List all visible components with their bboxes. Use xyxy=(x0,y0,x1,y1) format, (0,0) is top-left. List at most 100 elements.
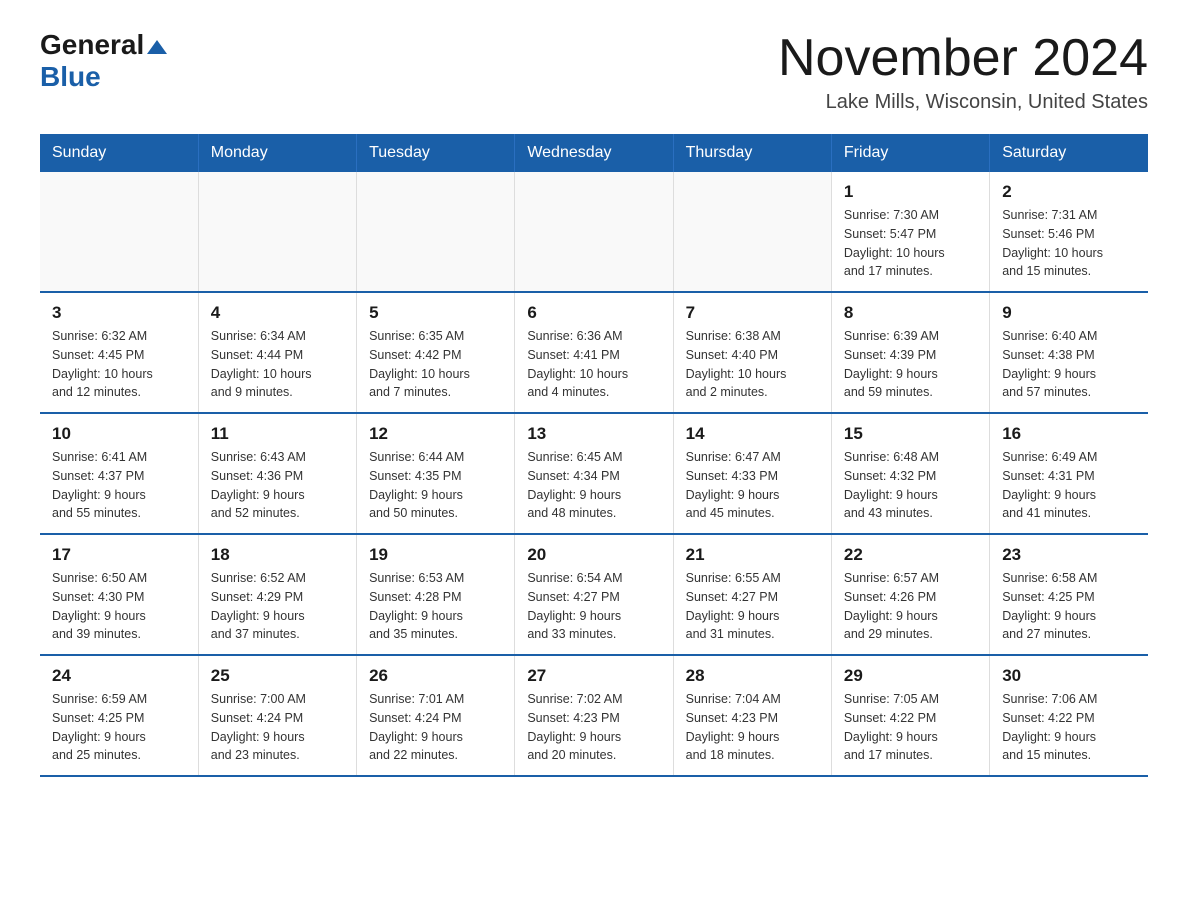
day-info: Sunrise: 6:58 AM Sunset: 4:25 PM Dayligh… xyxy=(1002,569,1136,644)
calendar-cell: 19 Sunrise: 6:53 AM Sunset: 4:28 PM Dayli… xyxy=(357,534,515,655)
weekday-header-monday: Monday xyxy=(198,134,356,172)
calendar-week-3: 10 Sunrise: 6:41 AM Sunset: 4:37 PM Dayli… xyxy=(40,413,1148,534)
calendar-cell: 17 Sunrise: 6:50 AM Sunset: 4:30 PM Dayli… xyxy=(40,534,198,655)
calendar-week-1: 1 Sunrise: 7:30 AM Sunset: 5:47 PM Daylig… xyxy=(40,172,1148,292)
day-number: 1 xyxy=(844,182,977,202)
calendar-cell: 13Sunrise: 6:45 AM Sunset: 4:34 PM Dayli… xyxy=(515,413,673,534)
day-info: Sunrise: 6:41 AM Sunset: 4:37 PM Dayligh… xyxy=(52,448,186,523)
day-info: Sunrise: 6:50 AM Sunset: 4:30 PM Dayligh… xyxy=(52,569,186,644)
day-number: 10 xyxy=(52,424,186,444)
day-number: 14 xyxy=(686,424,819,444)
calendar-cell: 22 Sunrise: 6:57 AM Sunset: 4:26 PM Dayli… xyxy=(831,534,989,655)
day-number: 20 xyxy=(527,545,660,565)
day-info: Sunrise: 6:32 AM Sunset: 4:45 PM Dayligh… xyxy=(52,327,186,402)
calendar-cell: 3 Sunrise: 6:32 AM Sunset: 4:45 PM Daylig… xyxy=(40,292,198,413)
title-area: November 2024 Lake Mills, Wisconsin, Uni… xyxy=(778,30,1148,114)
day-info: Sunrise: 6:35 AM Sunset: 4:42 PM Dayligh… xyxy=(369,327,502,402)
calendar-cell: 25 Sunrise: 7:00 AM Sunset: 4:24 PM Dayli… xyxy=(198,655,356,776)
day-info: Sunrise: 6:39 AM Sunset: 4:39 PM Dayligh… xyxy=(844,327,977,402)
day-info: Sunrise: 7:31 AM Sunset: 5:46 PM Dayligh… xyxy=(1002,206,1136,281)
calendar-cell: 8 Sunrise: 6:39 AM Sunset: 4:39 PM Daylig… xyxy=(831,292,989,413)
day-number: 7 xyxy=(686,303,819,323)
day-number: 9 xyxy=(1002,303,1136,323)
day-info: Sunrise: 7:00 AM Sunset: 4:24 PM Dayligh… xyxy=(211,690,344,765)
weekday-header-friday: Friday xyxy=(831,134,989,172)
day-number: 21 xyxy=(686,545,819,565)
calendar-cell: 7 Sunrise: 6:38 AM Sunset: 4:40 PM Daylig… xyxy=(673,292,831,413)
weekday-header-wednesday: Wednesday xyxy=(515,134,673,172)
day-info: Sunrise: 6:48 AM Sunset: 4:32 PM Dayligh… xyxy=(844,448,977,523)
day-number: 18 xyxy=(211,545,344,565)
calendar-cell: 5 Sunrise: 6:35 AM Sunset: 4:42 PM Daylig… xyxy=(357,292,515,413)
day-number: 6 xyxy=(527,303,660,323)
calendar-cell: 26Sunrise: 7:01 AM Sunset: 4:24 PM Dayli… xyxy=(357,655,515,776)
location-title: Lake Mills, Wisconsin, United States xyxy=(778,91,1148,114)
day-info: Sunrise: 7:30 AM Sunset: 5:47 PM Dayligh… xyxy=(844,206,977,281)
day-number: 22 xyxy=(844,545,977,565)
calendar-cell: 10 Sunrise: 6:41 AM Sunset: 4:37 PM Dayli… xyxy=(40,413,198,534)
day-number: 13 xyxy=(527,424,660,444)
day-number: 19 xyxy=(369,545,502,565)
day-number: 17 xyxy=(52,545,186,565)
calendar-cell xyxy=(673,172,831,292)
day-number: 25 xyxy=(211,666,344,686)
day-number: 8 xyxy=(844,303,977,323)
weekday-header-tuesday: Tuesday xyxy=(357,134,515,172)
calendar-week-2: 3 Sunrise: 6:32 AM Sunset: 4:45 PM Daylig… xyxy=(40,292,1148,413)
day-number: 2 xyxy=(1002,182,1136,202)
day-info: Sunrise: 6:57 AM Sunset: 4:26 PM Dayligh… xyxy=(844,569,977,644)
day-number: 4 xyxy=(211,303,344,323)
day-number: 27 xyxy=(527,666,660,686)
weekday-header-saturday: Saturday xyxy=(990,134,1148,172)
logo-blue-text: Blue xyxy=(40,61,101,93)
day-info: Sunrise: 6:47 AM Sunset: 4:33 PM Dayligh… xyxy=(686,448,819,523)
day-info: Sunrise: 7:02 AM Sunset: 4:23 PM Dayligh… xyxy=(527,690,660,765)
month-title: November 2024 xyxy=(778,30,1148,87)
day-number: 23 xyxy=(1002,545,1136,565)
weekday-header-thursday: Thursday xyxy=(673,134,831,172)
calendar-cell: 20 Sunrise: 6:54 AM Sunset: 4:27 PM Dayli… xyxy=(515,534,673,655)
calendar-week-5: 24 Sunrise: 6:59 AM Sunset: 4:25 PM Dayli… xyxy=(40,655,1148,776)
day-info: Sunrise: 6:54 AM Sunset: 4:27 PM Dayligh… xyxy=(527,569,660,644)
logo-general-text: General xyxy=(40,30,167,61)
calendar-cell xyxy=(40,172,198,292)
page-header: General Blue November 2024 Lake Mills, W… xyxy=(40,30,1148,114)
calendar-cell: 16Sunrise: 6:49 AM Sunset: 4:31 PM Dayli… xyxy=(990,413,1148,534)
day-info: Sunrise: 7:05 AM Sunset: 4:22 PM Dayligh… xyxy=(844,690,977,765)
day-info: Sunrise: 6:38 AM Sunset: 4:40 PM Dayligh… xyxy=(686,327,819,402)
calendar-cell: 24 Sunrise: 6:59 AM Sunset: 4:25 PM Dayli… xyxy=(40,655,198,776)
day-number: 3 xyxy=(52,303,186,323)
day-number: 26 xyxy=(369,666,502,686)
calendar-cell: 30 Sunrise: 7:06 AM Sunset: 4:22 PM Dayli… xyxy=(990,655,1148,776)
logo-triangle-icon xyxy=(147,40,167,54)
calendar-cell: 27 Sunrise: 7:02 AM Sunset: 4:23 PM Dayli… xyxy=(515,655,673,776)
calendar-cell xyxy=(198,172,356,292)
calendar-cell: 21Sunrise: 6:55 AM Sunset: 4:27 PM Dayli… xyxy=(673,534,831,655)
calendar-week-4: 17 Sunrise: 6:50 AM Sunset: 4:30 PM Dayli… xyxy=(40,534,1148,655)
logo: General Blue xyxy=(40,30,167,93)
day-info: Sunrise: 6:53 AM Sunset: 4:28 PM Dayligh… xyxy=(369,569,502,644)
weekday-header-sunday: Sunday xyxy=(40,134,198,172)
day-number: 16 xyxy=(1002,424,1136,444)
day-number: 5 xyxy=(369,303,502,323)
calendar-cell: 23 Sunrise: 6:58 AM Sunset: 4:25 PM Dayli… xyxy=(990,534,1148,655)
calendar-cell: 2 Sunrise: 7:31 AM Sunset: 5:46 PM Daylig… xyxy=(990,172,1148,292)
day-info: Sunrise: 6:59 AM Sunset: 4:25 PM Dayligh… xyxy=(52,690,186,765)
calendar-cell: 28Sunrise: 7:04 AM Sunset: 4:23 PM Dayli… xyxy=(673,655,831,776)
weekday-header-row: SundayMondayTuesdayWednesdayThursdayFrid… xyxy=(40,134,1148,172)
calendar-header: SundayMondayTuesdayWednesdayThursdayFrid… xyxy=(40,134,1148,172)
day-number: 30 xyxy=(1002,666,1136,686)
day-number: 24 xyxy=(52,666,186,686)
day-number: 12 xyxy=(369,424,502,444)
calendar-body: 1 Sunrise: 7:30 AM Sunset: 5:47 PM Daylig… xyxy=(40,172,1148,776)
day-info: Sunrise: 7:06 AM Sunset: 4:22 PM Dayligh… xyxy=(1002,690,1136,765)
day-info: Sunrise: 6:36 AM Sunset: 4:41 PM Dayligh… xyxy=(527,327,660,402)
calendar-cell: 1 Sunrise: 7:30 AM Sunset: 5:47 PM Daylig… xyxy=(831,172,989,292)
calendar-table: SundayMondayTuesdayWednesdayThursdayFrid… xyxy=(40,134,1148,777)
day-info: Sunrise: 6:44 AM Sunset: 4:35 PM Dayligh… xyxy=(369,448,502,523)
day-info: Sunrise: 6:52 AM Sunset: 4:29 PM Dayligh… xyxy=(211,569,344,644)
calendar-cell: 18 Sunrise: 6:52 AM Sunset: 4:29 PM Dayli… xyxy=(198,534,356,655)
day-info: Sunrise: 6:43 AM Sunset: 4:36 PM Dayligh… xyxy=(211,448,344,523)
calendar-cell: 6 Sunrise: 6:36 AM Sunset: 4:41 PM Daylig… xyxy=(515,292,673,413)
day-info: Sunrise: 6:34 AM Sunset: 4:44 PM Dayligh… xyxy=(211,327,344,402)
